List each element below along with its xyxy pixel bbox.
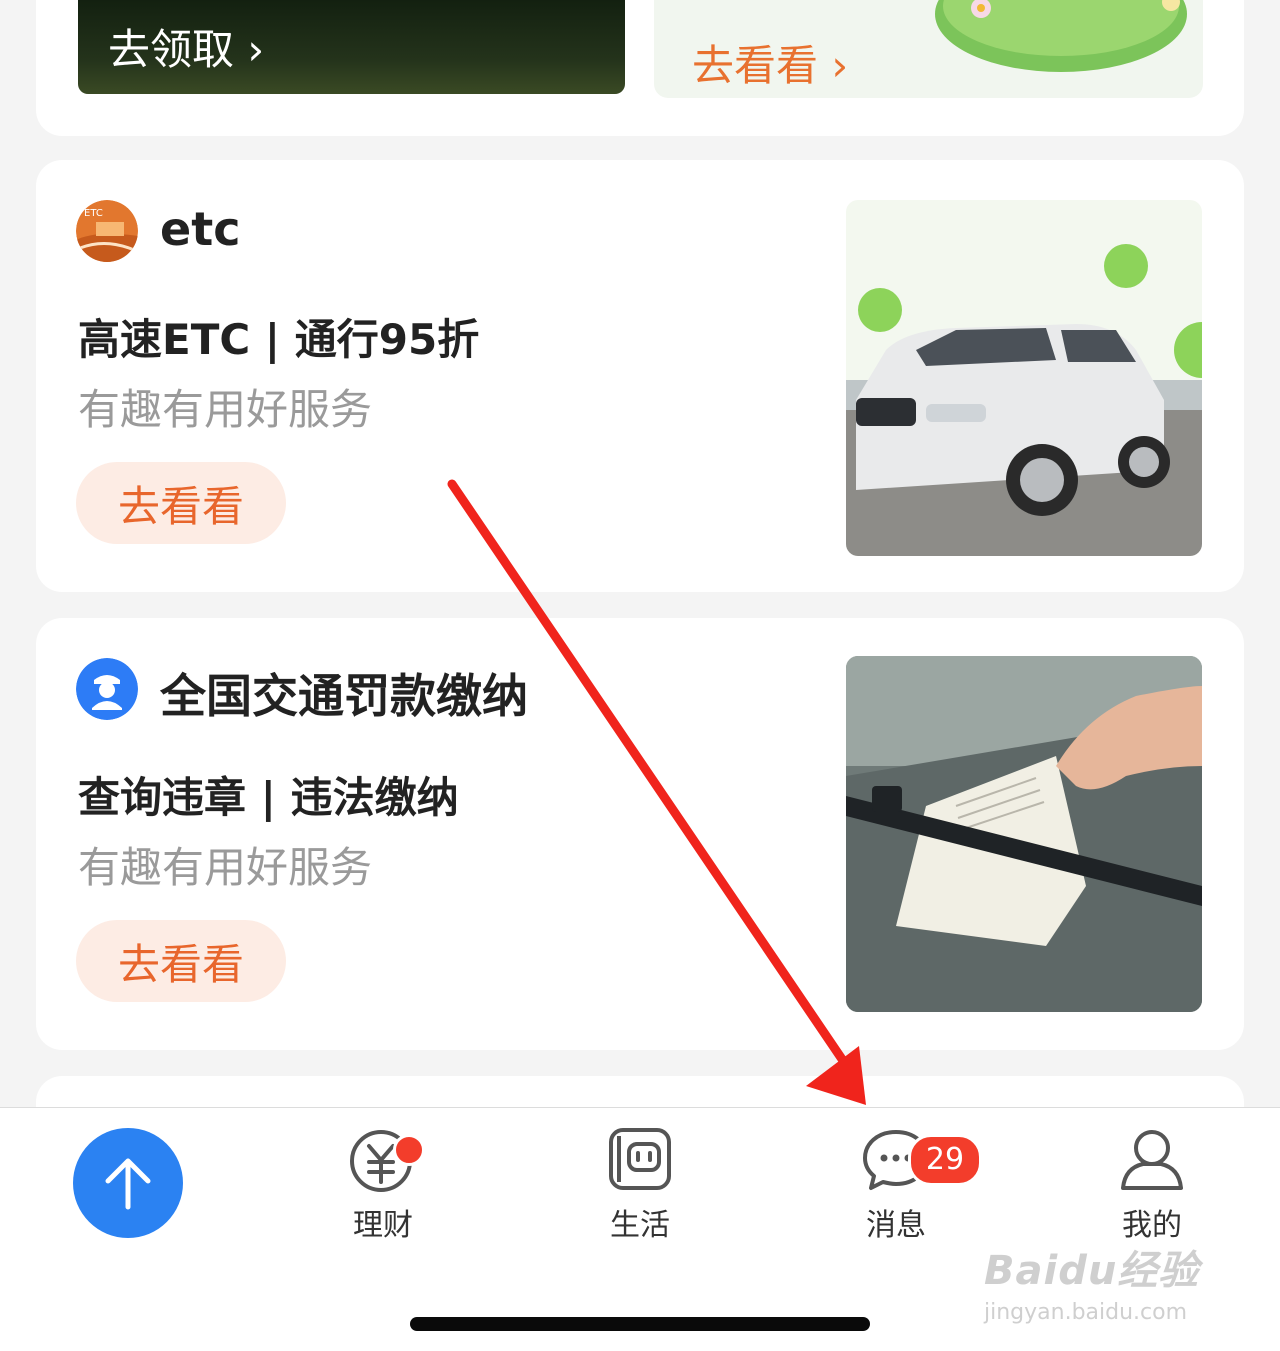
top-banner-card: 去领取 › 去看看 › bbox=[36, 0, 1244, 136]
police-officer-icon bbox=[76, 658, 138, 720]
etc-title: etc bbox=[160, 202, 241, 256]
parking-ticket-image bbox=[846, 656, 1202, 1012]
tab-finance-label: 理财 bbox=[353, 1208, 413, 1243]
fine-tagline: 查询违章 | 违法缴纳 bbox=[78, 773, 459, 822]
fine-view-button[interactable]: 去看看 bbox=[76, 920, 286, 1002]
arrow-up-icon bbox=[105, 1158, 151, 1210]
claim-label: 去领取 › bbox=[108, 25, 265, 74]
tab-life-label: 生活 bbox=[610, 1208, 670, 1243]
etc-service-card[interactable]: ETC etc 高速ETC | 通行95折 有趣有用好服务 去看看 bbox=[36, 160, 1244, 592]
finance-dot-badge bbox=[393, 1134, 425, 1166]
watermark-main: Baidu经验 bbox=[984, 1248, 1200, 1294]
baidu-watermark: Baidu经验 jingyan.baidu.com bbox=[984, 1238, 1199, 1325]
grass-hill-illustration bbox=[935, 0, 1187, 72]
claim-banner[interactable]: 去领取 › bbox=[78, 0, 625, 94]
tab-life[interactable]: 生活 bbox=[580, 1124, 700, 1244]
look-label: 去看看 › bbox=[692, 41, 849, 90]
bottom-tab-bar: 理财 生活 29 消息 我的 Baidu经验 jingyan.baidu.com bbox=[0, 1107, 1280, 1351]
etc-logo-icon: ETC bbox=[76, 200, 138, 262]
fine-description: 有趣有用好服务 bbox=[78, 843, 373, 892]
fine-title: 全国交通罚款缴纳 bbox=[160, 669, 528, 723]
etc-tagline: 高速ETC | 通行95折 bbox=[78, 315, 480, 364]
watermark-sub: jingyan.baidu.com bbox=[984, 1300, 1188, 1325]
car-image bbox=[846, 200, 1202, 556]
tab-messages-label: 消息 bbox=[866, 1208, 926, 1243]
tab-finance[interactable]: 理财 bbox=[323, 1124, 443, 1244]
user-icon bbox=[1121, 1130, 1183, 1190]
svg-text:ETC: ETC bbox=[84, 208, 103, 219]
home-indicator bbox=[410, 1317, 870, 1331]
etc-description: 有趣有用好服务 bbox=[78, 385, 373, 434]
fine-service-card[interactable]: 全国交通罚款缴纳 查询违章 | 违法缴纳 有趣有用好服务 去看看 bbox=[36, 618, 1244, 1050]
life-icon bbox=[609, 1128, 671, 1190]
look-banner[interactable]: 去看看 › bbox=[654, 0, 1203, 98]
etc-view-button[interactable]: 去看看 bbox=[76, 462, 286, 544]
tab-messages[interactable]: 29 消息 bbox=[836, 1124, 982, 1244]
tab-me[interactable]: 我的 bbox=[1092, 1124, 1212, 1244]
back-to-top-button[interactable] bbox=[73, 1128, 183, 1238]
messages-count-badge: 29 bbox=[908, 1134, 982, 1186]
